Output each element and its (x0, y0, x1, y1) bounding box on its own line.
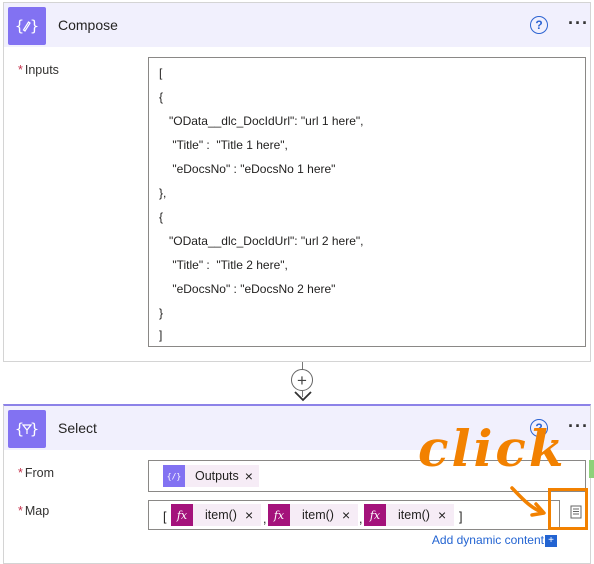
svg-text:}: } (30, 420, 39, 438)
compose-card-title: Compose (58, 17, 118, 33)
svg-text:}: } (30, 17, 39, 35)
remove-token-icon[interactable]: × (245, 507, 253, 523)
inputs-code-line: }, (159, 186, 167, 200)
dynamic-content-icon: {/} (163, 465, 185, 487)
outputs-token[interactable]: {/} Outputs × (163, 465, 259, 487)
inputs-code-line: ] (159, 328, 163, 342)
inputs-code-line: "OData__dlc_DocIdUrl": "url 1 here", (159, 114, 364, 128)
inputs-code-line: "OData__dlc_DocIdUrl": "url 2 here", (159, 234, 364, 248)
inputs-code-line: { (159, 90, 164, 104)
function-fx-icon: fx (171, 504, 193, 526)
select-action-icon: { } (8, 410, 46, 448)
map-open-bracket: [ (163, 510, 167, 524)
inputs-code-line: { (159, 210, 164, 224)
inputs-field[interactable]: [ { "OData__dlc_DocIdUrl": "url 1 here",… (148, 57, 586, 347)
map-separator: , (359, 512, 363, 526)
function-fx-icon: fx (364, 504, 386, 526)
map-separator: , (263, 512, 267, 526)
required-marker: * (18, 504, 23, 518)
click-highlight-box (548, 488, 588, 530)
add-dynamic-content-link[interactable]: Add dynamic content (432, 533, 544, 547)
expression-token[interactable]: fx item() × (268, 504, 358, 526)
svg-text:{: { (15, 17, 24, 35)
inputs-code-line: "eDocsNo" : "eDocsNo 1 here" (159, 162, 336, 176)
expression-token-label: item() (205, 508, 237, 522)
function-fx-icon: fx (268, 504, 290, 526)
required-marker: * (18, 466, 23, 480)
inputs-code-line: "Title" : "Title 2 here", (159, 258, 288, 272)
compose-more-options-icon[interactable]: ··· (568, 13, 589, 34)
inputs-label-text: Inputs (24, 63, 59, 77)
select-card-title: Select (58, 420, 97, 436)
inputs-code-line: } (159, 306, 164, 320)
inputs-code-line: "eDocsNo" : "eDocsNo 2 here" (159, 282, 336, 296)
inputs-code-line: "Title" : "Title 1 here", (159, 138, 288, 152)
arrow-down-icon (294, 391, 312, 402)
inputs-code-line: [ (159, 66, 163, 80)
from-label-text: From (24, 466, 55, 480)
expression-token[interactable]: fx item() × (171, 504, 261, 526)
compose-action-icon: { } (8, 7, 46, 45)
dynamic-content-badge[interactable]: + (545, 535, 557, 547)
map-label: * Map (18, 504, 49, 518)
compose-action-card[interactable]: { } Compose ? ··· * Inputs [ { "OData__dl… (3, 2, 591, 362)
svg-text:{: { (15, 420, 24, 438)
required-marker: * (18, 63, 23, 77)
inputs-label: * Inputs (18, 63, 59, 77)
compose-card-header[interactable]: { } Compose ? ··· (4, 3, 590, 47)
compose-help-icon[interactable]: ? (530, 16, 548, 34)
remove-token-icon[interactable]: × (245, 468, 253, 484)
click-annotation-text: click (418, 419, 567, 478)
map-label-text: Map (24, 504, 50, 518)
outputs-token-label: Outputs (195, 469, 239, 483)
expression-token-label: item() (302, 508, 334, 522)
remove-token-icon[interactable]: × (342, 507, 350, 523)
from-label: * From (18, 466, 54, 480)
